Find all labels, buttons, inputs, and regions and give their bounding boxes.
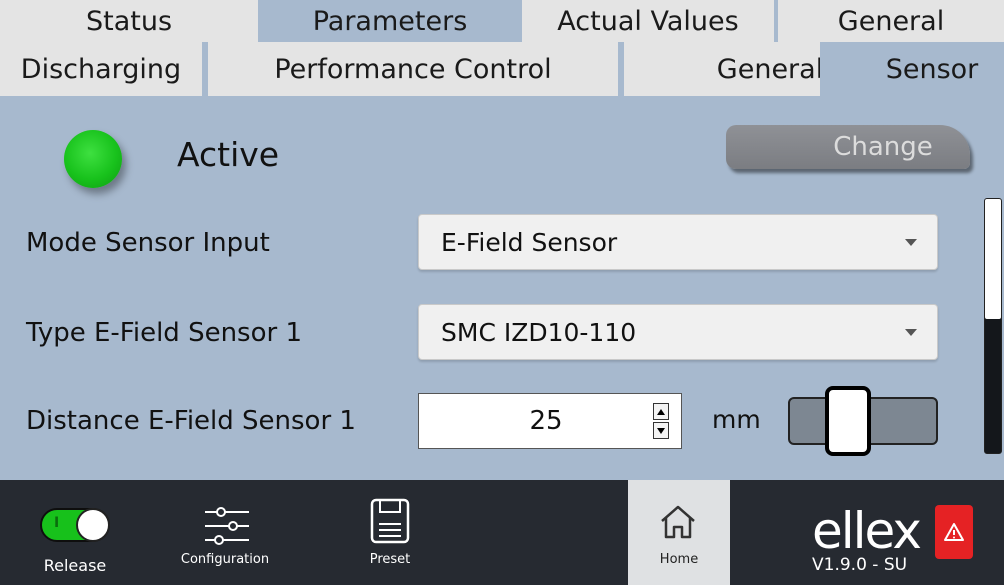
tab-discharging-label: Discharging: [20, 53, 182, 85]
release-label: Release: [43, 556, 107, 575]
sliders-icon: [205, 507, 249, 545]
home-button[interactable]: Home: [628, 480, 730, 585]
tab-actual-values-label: Actual Values: [557, 5, 739, 37]
scrollbar-thumb[interactable]: [985, 199, 1001, 319]
spin-down-button[interactable]: [653, 422, 669, 439]
preset-label: Preset: [369, 552, 411, 567]
brand-logo: ellex: [812, 502, 922, 560]
tab-actual-values[interactable]: Actual Values: [522, 0, 774, 42]
save-disk-icon: [370, 498, 410, 544]
tab-general-top-label: General: [837, 5, 945, 37]
tab-performance-control-label: Performance Control: [274, 53, 552, 85]
type-sensor-label: Type E-Field Sensor 1: [26, 318, 302, 348]
tab-general-sub[interactable]: General: [624, 42, 824, 96]
type-sensor-value: SMC IZD10-110: [441, 317, 637, 347]
change-button-label: Change: [833, 132, 933, 162]
tab-sensor[interactable]: Sensor: [820, 42, 1004, 96]
tab-general-sub-label: General: [716, 53, 824, 85]
tab-divider: [618, 42, 622, 96]
tab-divider: [774, 0, 778, 42]
alert-button[interactable]: [935, 505, 973, 559]
type-sensor-select[interactable]: SMC IZD10-110: [418, 304, 938, 360]
tab-divider: [202, 42, 206, 96]
distance-sensor-label: Distance E-Field Sensor 1: [26, 406, 356, 436]
tab-parameters-label: Parameters: [312, 5, 468, 37]
mode-sensor-input-value: E-Field Sensor: [441, 227, 618, 257]
chevron-down-icon: [905, 238, 917, 246]
sub-tab-bar: Discharging Performance Control General …: [0, 42, 1004, 96]
warning-icon: [944, 523, 964, 541]
tab-status[interactable]: Status: [0, 0, 258, 42]
distance-slider-thumb[interactable]: [825, 386, 871, 456]
distance-unit: mm: [712, 405, 761, 434]
chevron-down-icon: [905, 328, 917, 336]
home-label: Home: [659, 552, 699, 567]
tab-performance-control[interactable]: Performance Control: [208, 42, 618, 96]
change-button[interactable]: Change: [726, 125, 970, 169]
distance-sensor-value: 25: [529, 406, 563, 436]
version-label: V1.9.0 - SU: [812, 555, 908, 575]
configuration-button[interactable]: Configuration: [160, 480, 290, 585]
mode-sensor-input-select[interactable]: E-Field Sensor: [418, 214, 938, 270]
distance-spinner: [653, 403, 671, 439]
mode-sensor-input-label: Mode Sensor Input: [26, 228, 270, 258]
configuration-label: Configuration: [180, 552, 270, 567]
toggle-knob: [76, 508, 110, 542]
release-toggle[interactable]: I: [40, 508, 110, 542]
screen: Status Parameters Actual Values General …: [0, 0, 1004, 585]
arrow-up-icon: [657, 408, 665, 415]
spin-up-button[interactable]: [653, 403, 669, 420]
status-led-indicator: [64, 130, 122, 188]
tab-status-label: Status: [85, 5, 173, 37]
main-tab-bar: Status Parameters Actual Values General: [0, 0, 1004, 42]
status-label: Active: [177, 135, 280, 174]
home-icon: [661, 505, 695, 539]
arrow-down-icon: [657, 427, 665, 434]
preset-button[interactable]: Preset: [350, 480, 430, 585]
tab-parameters[interactable]: Parameters: [258, 0, 522, 42]
tab-discharging[interactable]: Discharging: [0, 42, 202, 96]
tab-general-top[interactable]: General: [778, 0, 1004, 42]
distance-sensor-input[interactable]: 25: [418, 393, 682, 449]
tab-sensor-label: Sensor: [885, 53, 979, 85]
toggle-on-glyph: I: [54, 515, 60, 531]
